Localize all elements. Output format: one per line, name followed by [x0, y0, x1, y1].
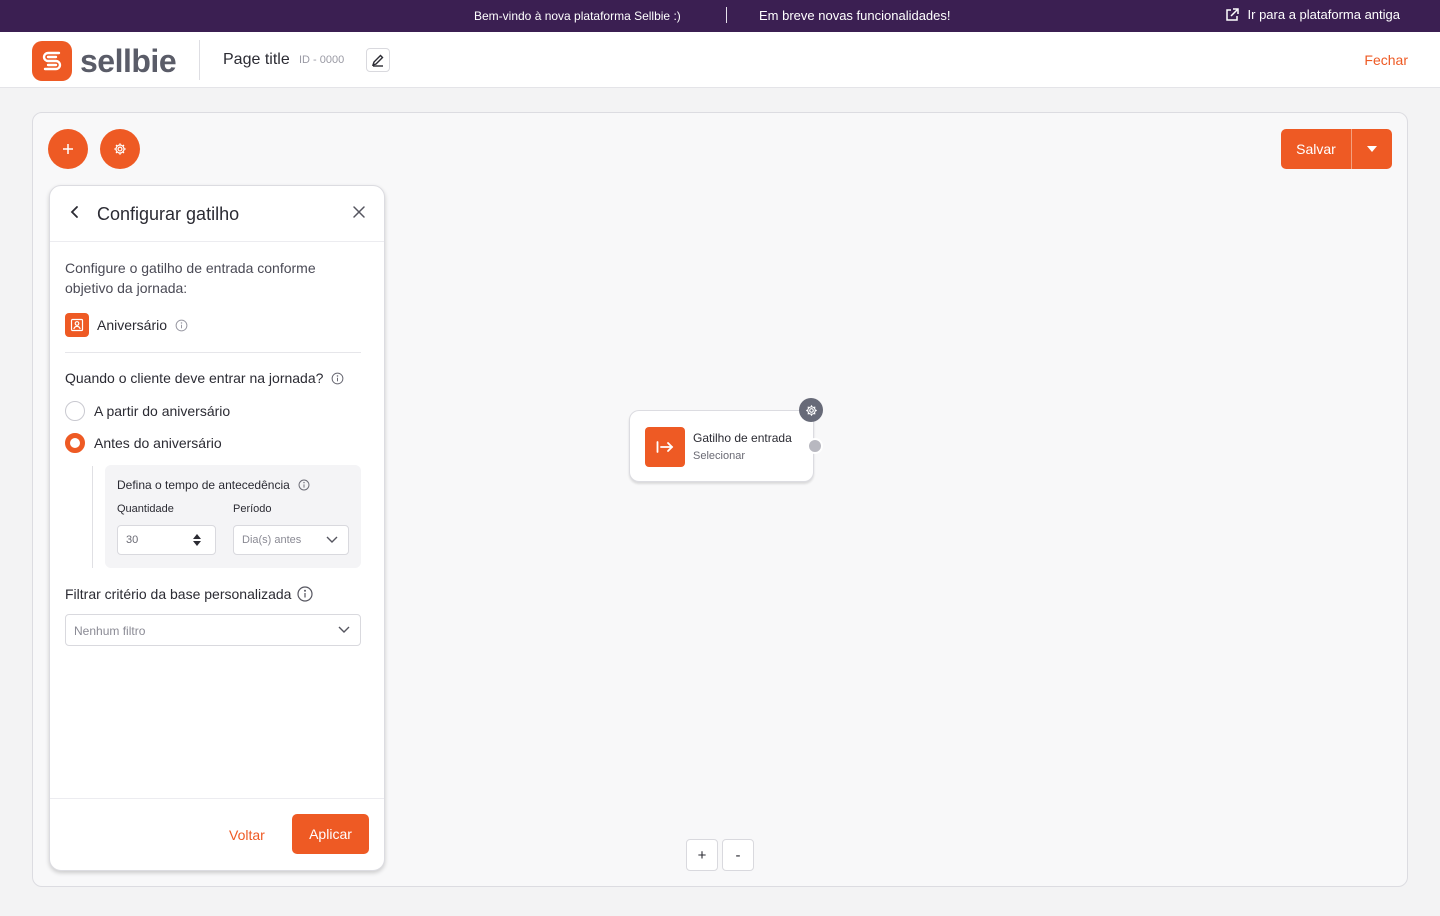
radio-from-birthday[interactable]: A partir do aniversário: [65, 401, 230, 421]
entry-trigger-node[interactable]: Gatilho de entrada Selecionar: [629, 410, 814, 482]
divider: [65, 352, 361, 353]
entry-question: Quando o cliente deve entrar na jornada?: [65, 370, 344, 386]
zoom-in-button[interactable]: +: [686, 839, 718, 871]
filter-placeholder: Nenhum filtro: [74, 624, 146, 638]
edit-title-button[interactable]: [366, 48, 390, 72]
info-icon[interactable]: [297, 586, 314, 602]
old-platform-label: Ir para a plataforma antiga: [1247, 7, 1400, 22]
quantity-label: Quantidade: [117, 503, 174, 515]
node-subtitle: Selecionar: [693, 450, 745, 462]
chevron-down-icon: [338, 626, 350, 633]
info-icon[interactable]: [298, 479, 310, 491]
stepper-arrows-icon[interactable]: [192, 533, 202, 547]
sellbie-logo-icon: [32, 41, 72, 81]
period-select[interactable]: Dia(s) antes: [233, 525, 349, 555]
radio-before-birthday[interactable]: Antes do aniversário: [65, 433, 222, 453]
apply-button[interactable]: Aplicar: [292, 814, 369, 854]
nesting-line: [92, 466, 93, 568]
advance-time-title: Defina o tempo de antecedência: [117, 478, 310, 492]
birthday-icon: [65, 313, 89, 337]
entry-arrow-icon: [645, 427, 685, 467]
node-settings-button[interactable]: [799, 398, 823, 422]
flow-canvas[interactable]: Salvar Configurar gatilho Configure o ga…: [32, 112, 1408, 887]
app-header: sellbie Page title ID - 0000 Fechar: [0, 32, 1440, 88]
chevron-down-icon: [326, 536, 338, 543]
save-button[interactable]: Salvar: [1281, 129, 1351, 169]
radio-label: A partir do aniversário: [94, 403, 231, 419]
filter-criteria-label: Filtrar critério da base personalizada: [65, 586, 292, 602]
period-placeholder: Dia(s) antes: [242, 534, 302, 546]
back-button[interactable]: Voltar: [229, 827, 265, 843]
quantity-stepper[interactable]: 30: [117, 525, 216, 555]
brand-name: sellbie: [80, 42, 177, 79]
announcement-bar: Bem-vindo à nova plataforma Sellbie :) E…: [0, 0, 1440, 32]
configure-trigger-panel: Configurar gatilho Configure o gatilho d…: [49, 185, 385, 871]
panel-header: Configurar gatilho: [50, 186, 384, 242]
trigger-type-label: Aniversário: [97, 317, 168, 333]
panel-title: Configurar gatilho: [97, 204, 240, 224]
radio-label: Antes do aniversário: [94, 435, 222, 451]
filter-criteria: Filtrar critério da base personalizada: [65, 586, 314, 602]
zoom-out-button[interactable]: -: [722, 839, 754, 871]
radio-button-selected[interactable]: [65, 433, 85, 453]
page-title: Page title: [223, 51, 290, 68]
sellbie-logo[interactable]: sellbie: [32, 41, 177, 81]
save-button-group: Salvar: [1281, 129, 1392, 169]
external-link-icon: [1225, 7, 1239, 21]
node-output-port[interactable]: [807, 438, 823, 454]
settings-button[interactable]: [100, 129, 140, 169]
trigger-type: Aniversário: [65, 313, 188, 337]
announcement-divider: [726, 7, 727, 23]
page-id: ID - 0000: [299, 54, 345, 66]
welcome-text: Bem-vindo à nova plataforma Sellbie :): [474, 9, 681, 23]
close-button[interactable]: Fechar: [1364, 52, 1408, 68]
advance-time-label: Defina o tempo de antecedência: [117, 478, 290, 492]
gear-icon: [114, 143, 126, 155]
info-icon[interactable]: [331, 372, 344, 385]
advance-time-box: Defina o tempo de antecedência Quantidad…: [105, 465, 361, 568]
header-divider: [199, 40, 200, 80]
gear-icon: [805, 404, 817, 416]
panel-intro: Configure o gatilho de entrada conforme …: [65, 260, 316, 296]
coming-soon-text: Em breve novas funcionalidades!: [759, 8, 951, 23]
period-label: Período: [233, 503, 272, 515]
plus-icon: [63, 144, 73, 154]
entry-question-label: Quando o cliente deve entrar na jornada?: [65, 370, 324, 386]
node-title: Gatilho de entrada: [693, 431, 792, 445]
back-arrow-icon[interactable]: [68, 205, 82, 224]
save-options-button[interactable]: [1351, 129, 1392, 169]
old-platform-link[interactable]: Ir para a plataforma antiga: [1225, 7, 1400, 22]
pencil-icon: [371, 54, 384, 67]
info-icon[interactable]: [175, 319, 188, 332]
radio-button[interactable]: [65, 401, 85, 421]
panel-footer: Voltar Aplicar: [50, 798, 384, 870]
quantity-value: 30: [126, 534, 139, 546]
add-node-button[interactable]: [48, 129, 88, 169]
close-icon[interactable]: [352, 205, 366, 224]
caret-down-icon: [1367, 146, 1377, 152]
filter-select[interactable]: Nenhum filtro: [65, 614, 361, 646]
